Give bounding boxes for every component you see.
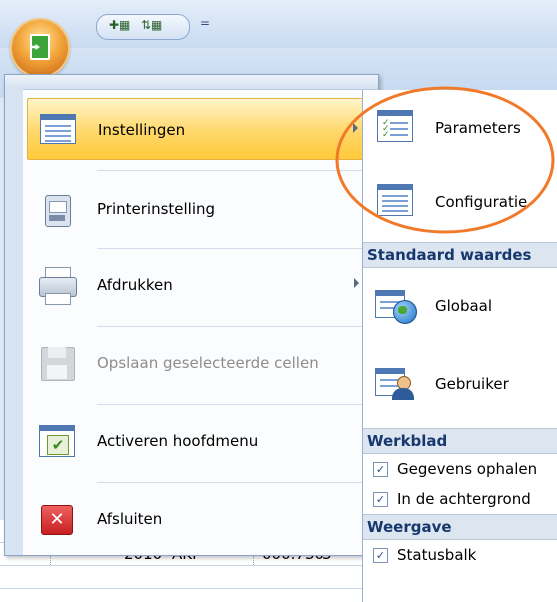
office-button[interactable]	[12, 20, 68, 76]
submenu-item-gebruiker[interactable]: Gebruiker	[363, 348, 557, 418]
menu-item-label: Activeren hoofdmenu	[97, 432, 259, 450]
checkbox-checked-icon[interactable]: ✓	[373, 548, 388, 563]
table-row	[0, 566, 380, 589]
menu-item-label: Instellingen	[98, 121, 186, 139]
checkbox-label: Statusbalk	[397, 546, 477, 564]
floppy-disk-icon	[37, 343, 77, 383]
printer-icon	[37, 265, 77, 305]
menu-item-label: Opslaan geselecteerde cellen	[97, 354, 319, 372]
quick-add-sheet-icon[interactable]: ✚▦	[109, 18, 130, 32]
highlight-ellipse-shape	[335, 86, 555, 234]
submenu-item-label: Globaal	[435, 297, 493, 315]
close-x-icon: ✕	[37, 499, 77, 539]
checkbox-checked-icon[interactable]: ✓	[373, 462, 388, 477]
menu-item-label: Afdrukken	[97, 276, 173, 294]
menu-item-label: Printerinstelling	[97, 200, 216, 218]
quick-access-toolbar: ✚▦ ⇅▦	[96, 14, 190, 40]
submenu-item-globaal[interactable]: Globaal	[363, 270, 557, 340]
globe-list-icon	[375, 284, 417, 326]
checkmark-window-icon: ✔	[37, 421, 77, 461]
title-bar	[0, 0, 557, 48]
checkbox-in-de-achtergrond[interactable]: ✓ In de achtergrond	[363, 484, 557, 514]
menu-item-printerinstelling[interactable]: Printerinstelling	[27, 178, 375, 240]
checkbox-label: In de achtergrond	[397, 490, 531, 508]
checkbox-checked-icon[interactable]: ✓	[373, 492, 388, 507]
menu-item-label: Afsluiten	[97, 510, 163, 528]
highlight-ellipse	[335, 86, 555, 234]
menu-item-activeren-hoofdmenu[interactable]: ✔ Activeren hoofdmenu	[27, 410, 375, 472]
section-header-weergave: Weergave	[363, 514, 557, 540]
exit-door-icon	[30, 34, 50, 60]
section-header-werkblad: Werkblad	[363, 428, 557, 454]
printer-setup-icon	[37, 189, 77, 229]
menu-item-opslaan[interactable]: Opslaan geselecteerde cellen	[27, 332, 375, 394]
checkbox-gegevens-ophalen[interactable]: ✓ Gegevens ophalen	[363, 454, 557, 484]
submenu-arrow-icon	[354, 278, 359, 288]
customize-toolbar-button[interactable]: =	[200, 16, 210, 30]
menu-item-afdrukken[interactable]: Afdrukken	[27, 254, 375, 316]
list-window-icon	[38, 110, 78, 150]
menu-item-afsluiten[interactable]: ✕ Afsluiten	[27, 488, 375, 550]
section-header-standaard-waardes: Standaard waardes	[363, 242, 557, 268]
menu-item-instellingen[interactable]: Instellingen	[27, 98, 375, 160]
submenu-item-label: Gebruiker	[435, 375, 509, 393]
checkbox-label: Gegevens ophalen	[397, 460, 538, 478]
application-menu: Instellingen Printerinstelling Afdrukken	[4, 74, 379, 556]
user-list-icon	[375, 362, 417, 404]
checkbox-statusbalk[interactable]: ✓ Statusbalk	[363, 540, 557, 570]
quick-refresh-icon[interactable]: ⇅▦	[141, 18, 162, 32]
